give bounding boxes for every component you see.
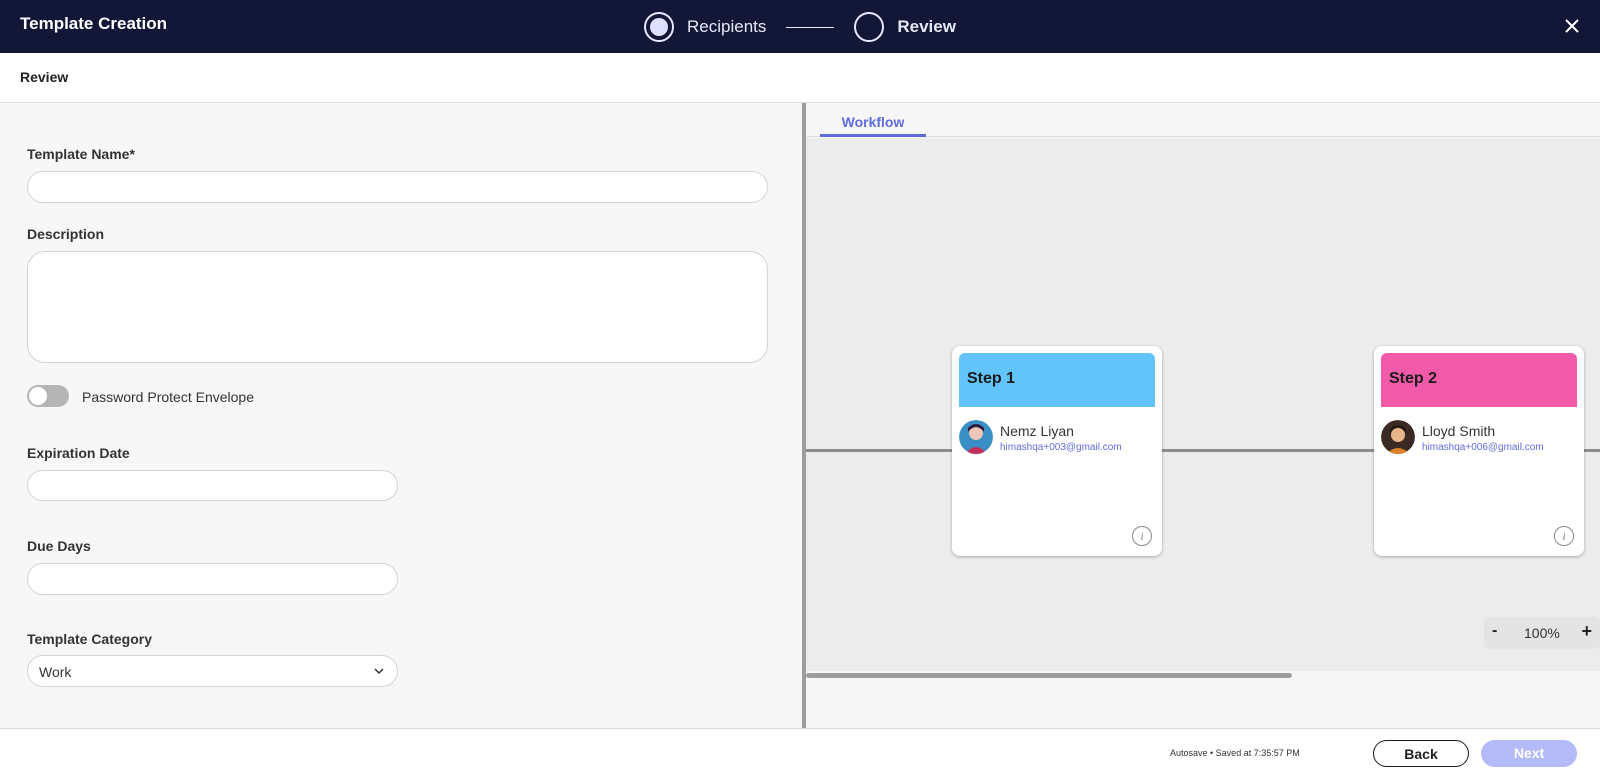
step-2-header: Step 2: [1381, 353, 1577, 407]
step-card-2[interactable]: Step 2 Lloyd Smith himashqa+006@gmail.co…: [1374, 346, 1584, 556]
avatar: [1381, 420, 1415, 454]
template-name-input[interactable]: [27, 171, 768, 203]
step-recipients-label[interactable]: Recipients: [687, 17, 766, 37]
info-icon[interactable]: i: [1132, 526, 1152, 546]
description-textarea[interactable]: [27, 251, 768, 363]
template-category-label: Template Category: [27, 631, 152, 647]
scrollbar-thumb[interactable]: [806, 673, 1292, 678]
avatar: [959, 420, 993, 454]
tab-bar: Workflow: [806, 103, 1600, 137]
app-title: Template Creation: [20, 14, 168, 33]
chevron-down-icon: [374, 668, 384, 675]
footer: Autosave • Saved at 7:35:57 PM Back Next: [0, 728, 1600, 769]
template-form: Template Name* Description Password Prot…: [0, 103, 802, 728]
recipient-email: himashqa+006@gmail.com: [1422, 442, 1544, 453]
workflow-panel: Workflow Step 1 Nemz Liyan himashqa+003@…: [806, 103, 1600, 728]
autosave-status: Autosave • Saved at 7:35:57 PM: [1170, 748, 1300, 758]
description-label: Description: [27, 226, 105, 242]
top-bar: Template Creation Recipients Review: [0, 0, 1600, 53]
recipient-email: himashqa+003@gmail.com: [1000, 442, 1122, 453]
template-name-label: Template Name*: [27, 146, 135, 162]
subheader: Review: [0, 53, 1600, 103]
workflow-canvas[interactable]: Step 1 Nemz Liyan himashqa+003@gmail.com…: [806, 138, 1600, 671]
step-recipients-indicator[interactable]: [644, 12, 674, 42]
page-title: Review: [20, 69, 69, 85]
stepper: Recipients Review: [644, 8, 956, 46]
close-icon[interactable]: [1556, 10, 1588, 42]
info-icon[interactable]: i: [1554, 526, 1574, 546]
template-category-select[interactable]: Work: [27, 655, 398, 687]
password-protect-label: Password Protect Envelope: [82, 389, 254, 405]
zoom-in-button[interactable]: +: [1581, 621, 1592, 642]
due-days-input[interactable]: [27, 563, 398, 595]
due-days-label: Due Days: [27, 538, 91, 554]
step-card-1[interactable]: Step 1 Nemz Liyan himashqa+003@gmail.com…: [952, 346, 1162, 556]
zoom-level: 100%: [1524, 625, 1560, 641]
password-protect-toggle[interactable]: [27, 385, 69, 407]
recipient-name: Nemz Liyan: [1000, 423, 1074, 439]
zoom-out-button[interactable]: -: [1492, 622, 1497, 640]
template-category-value: Work: [39, 664, 72, 680]
zoom-control: - 100% +: [1484, 617, 1600, 649]
back-button[interactable]: Back: [1373, 740, 1469, 767]
next-button[interactable]: Next: [1481, 740, 1577, 767]
close-icon-graphic: [1565, 19, 1579, 33]
horizontal-scrollbar[interactable]: [806, 671, 1600, 679]
step-1-header: Step 1: [959, 353, 1155, 407]
expiration-date-label: Expiration Date: [27, 445, 130, 461]
recipient-name: Lloyd Smith: [1422, 423, 1496, 439]
step-review-label[interactable]: Review: [897, 17, 956, 37]
tab-workflow[interactable]: Workflow: [820, 103, 926, 137]
expiration-date-input[interactable]: [27, 470, 398, 501]
step-review-indicator[interactable]: [854, 12, 885, 42]
step-connector: [786, 26, 835, 28]
